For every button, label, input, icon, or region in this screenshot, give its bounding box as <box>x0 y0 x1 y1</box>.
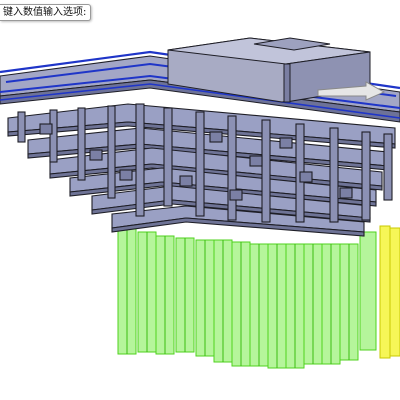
highlighted-piles[interactable] <box>379 225 400 359</box>
3d-model-view[interactable] <box>0 0 400 400</box>
pile[interactable] <box>379 225 391 359</box>
cad-viewport[interactable]: 键入数值输入选项: <box>0 0 400 400</box>
pile[interactable] <box>389 227 400 357</box>
green-piles[interactable] <box>117 227 377 369</box>
steel-truss[interactable] <box>7 103 396 237</box>
pile[interactable] <box>359 231 377 351</box>
command-prompt-tooltip: 键入数值输入选项: <box>0 4 92 21</box>
